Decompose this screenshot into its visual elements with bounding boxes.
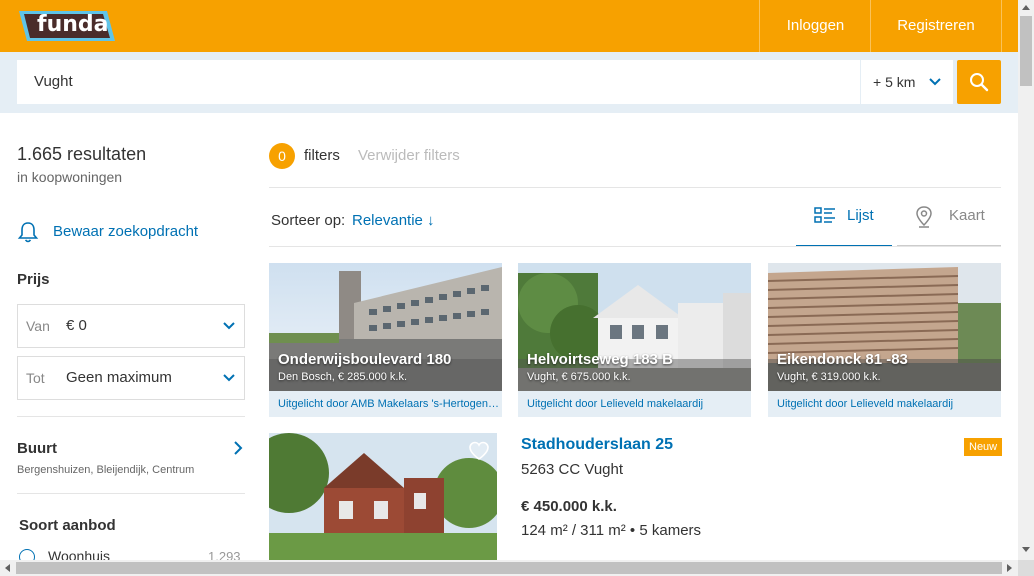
listing-specs: 124 m² / 311 m² • 5 kamers <box>521 522 702 539</box>
horizontal-scroll-thumb[interactable] <box>16 562 1002 574</box>
tab-map[interactable]: Kaart <box>897 196 1001 247</box>
price-to-select[interactable]: Tot Geen maximum <box>17 356 245 400</box>
radius-value: + 5 km <box>873 74 916 90</box>
results-count: 1.665 resultaten <box>17 144 147 164</box>
save-search-label: Bewaar zoekopdracht <box>53 223 199 240</box>
listing-photo[interactable] <box>269 433 497 563</box>
sort-label: Sorteer op: <box>271 212 346 229</box>
scrollbar-corner <box>1018 560 1034 576</box>
neighbourhood-subtitle: Bergenshuizen, Bleijendijk, Centrum <box>17 464 195 476</box>
divider <box>269 187 1001 188</box>
login-link[interactable]: Inloggen <box>759 0 871 52</box>
vertical-scroll-thumb[interactable] <box>1020 16 1032 86</box>
divider <box>269 246 1001 247</box>
listing-subtitle: 5263 CC Vught <box>521 461 624 478</box>
logo-text: funda <box>37 12 109 37</box>
horizontal-scrollbar[interactable] <box>0 560 1018 576</box>
divider <box>17 493 245 494</box>
chevron-down-icon <box>223 322 235 330</box>
featured-title: Eikendonck 81 -83 <box>777 351 908 368</box>
search-button[interactable] <box>957 60 1001 104</box>
bell-icon <box>17 222 39 243</box>
vertical-scrollbar[interactable] <box>1018 0 1034 560</box>
listing-price: € 450.000 k.k. <box>521 498 617 515</box>
radius-select[interactable]: + 5 km <box>861 60 953 104</box>
scroll-up-arrow[interactable] <box>1022 5 1030 10</box>
price-from-value: € 0 <box>66 317 87 334</box>
chevron-down-icon <box>929 78 941 86</box>
featured-meta: Den Bosch, € 285.000 k.k. <box>278 371 408 383</box>
price-to-prefix: Tot <box>26 370 45 386</box>
remove-filters-link[interactable]: Verwijder filters <box>358 147 460 164</box>
new-badge: Neuw <box>964 438 1003 456</box>
results-subtitle: in koopwoningen <box>17 169 123 185</box>
heart-icon[interactable] <box>468 441 490 461</box>
top-bar: funda Inloggen Registreren <box>0 0 1018 52</box>
featured-title: Onderwijsboulevard 180 <box>278 351 452 368</box>
search-input[interactable]: Vught <box>17 60 860 104</box>
funda-logo[interactable]: funda <box>17 9 117 43</box>
featured-meta: Vught, € 319.000 k.k. <box>777 371 881 383</box>
sort-select[interactable]: Relevantie ↓ <box>352 212 435 229</box>
offer-type-heading: Soort aanbod <box>19 517 116 534</box>
featured-footer: Uitgelicht door Lelieveld makelaardij <box>518 391 751 417</box>
scroll-left-arrow[interactable] <box>5 564 10 572</box>
featured-title: Helvoirtseweg 183 B <box>527 351 673 368</box>
register-link[interactable]: Registreren <box>870 0 1002 52</box>
listing-title[interactable]: Stadhouderslaan 25 <box>521 436 673 454</box>
tab-list[interactable]: Lijst <box>796 196 892 247</box>
divider <box>17 416 245 417</box>
map-pin-icon <box>916 206 932 228</box>
chevron-right-icon[interactable] <box>232 440 244 456</box>
featured-meta: Vught, € 675.000 k.k. <box>527 371 631 383</box>
list-icon <box>814 207 835 223</box>
scroll-right-arrow[interactable] <box>1007 564 1012 572</box>
featured-footer: Uitgelicht door Lelieveld makelaardij <box>768 391 1001 417</box>
tab-map-label: Kaart <box>949 207 985 224</box>
featured-footer: Uitgelicht door AMB Makelaars 's-Hertoge… <box>269 391 502 417</box>
neighbourhood-heading[interactable]: Buurt <box>17 440 57 457</box>
chevron-down-icon <box>223 374 235 382</box>
filter-count-badge: 0 <box>269 143 295 169</box>
filters-label: filters <box>304 147 340 164</box>
price-heading: Prijs <box>17 271 50 288</box>
featured-card[interactable]: Eikendonck 81 -83 Vught, € 319.000 k.k. … <box>768 263 1001 417</box>
price-from-prefix: Van <box>26 318 50 334</box>
scroll-down-arrow[interactable] <box>1022 547 1030 552</box>
search-icon <box>970 73 989 92</box>
price-from-select[interactable]: Van € 0 <box>17 304 245 348</box>
featured-card[interactable]: Onderwijsboulevard 180 Den Bosch, € 285.… <box>269 263 502 417</box>
featured-card[interactable]: Helvoirtseweg 183 B Vught, € 675.000 k.k… <box>518 263 751 417</box>
tab-list-label: Lijst <box>847 207 874 224</box>
price-to-value: Geen maximum <box>66 369 172 386</box>
